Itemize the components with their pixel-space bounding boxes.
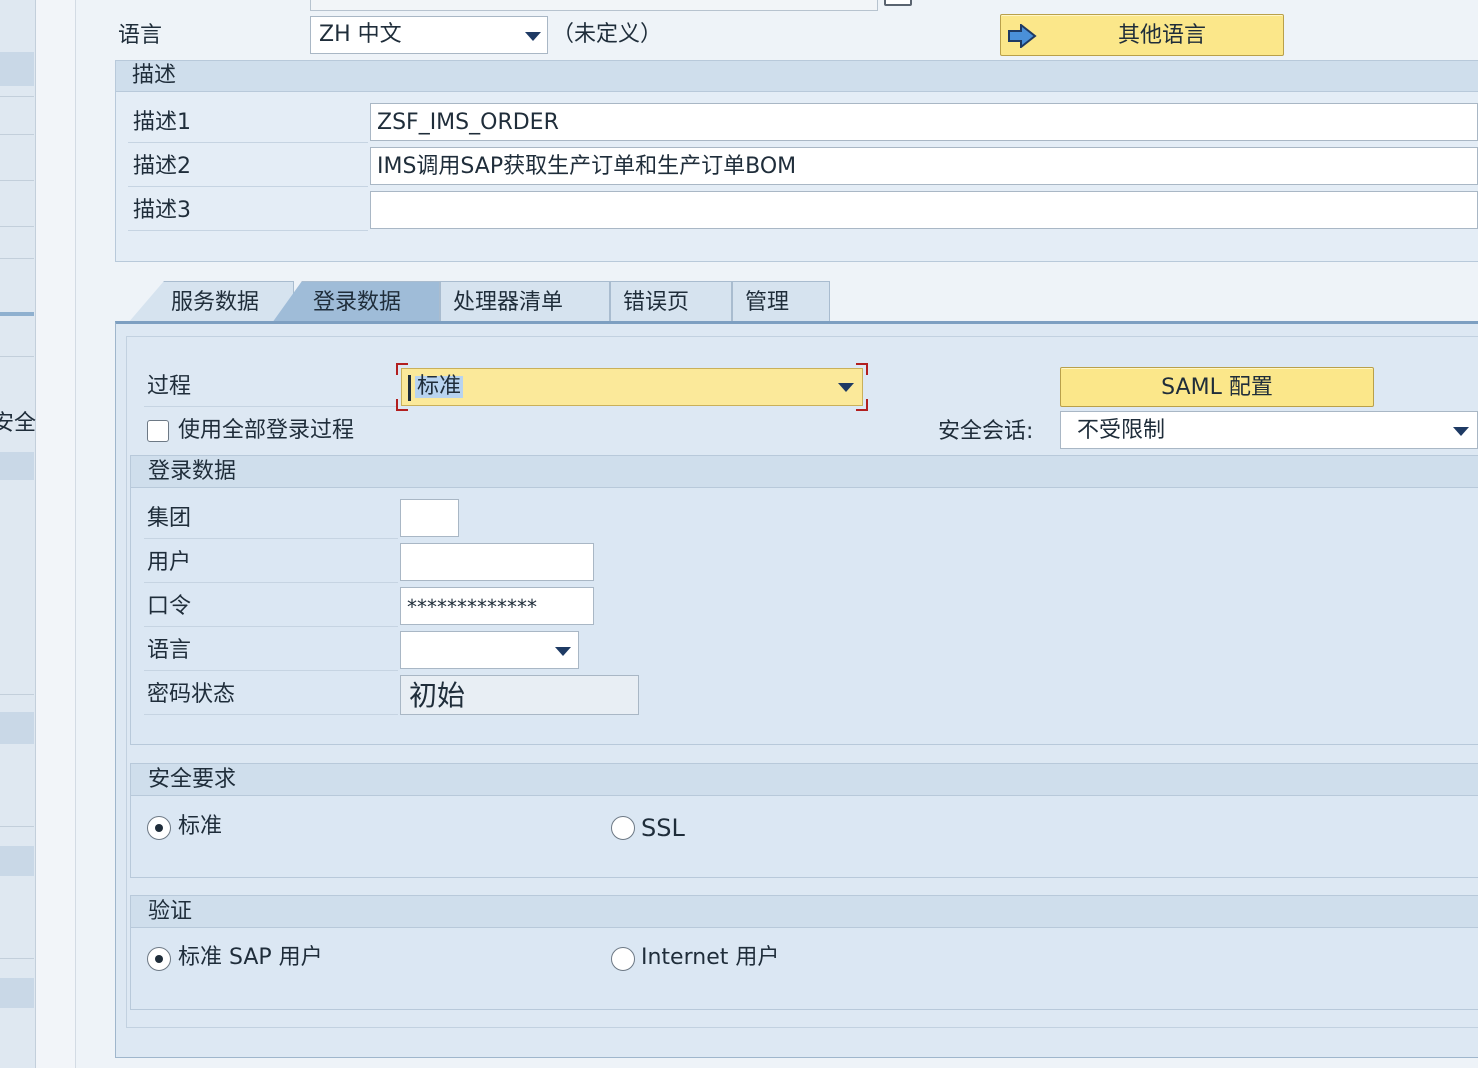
password-status-field: 初始 <box>400 675 639 715</box>
tab-handler-list[interactable]: 处理器清单 <box>440 281 610 323</box>
password-status-label: 密码状态 <box>147 682 236 707</box>
radio-selected-dot <box>155 824 163 832</box>
tab-service-data-label: 服务数据 <box>171 290 260 315</box>
tab-handler-list-label: 处理器清单 <box>453 290 564 315</box>
description3-input[interactable] <box>370 191 1478 229</box>
security-ssl-label: SSL <box>641 814 685 842</box>
security-standard-radio[interactable] <box>147 816 171 840</box>
tab-error-pages[interactable]: 错误页 <box>610 281 732 323</box>
secure-session-label: 安全会话: <box>938 419 1034 444</box>
secure-session-value: 不受限制 <box>1077 418 1166 443</box>
auth-standard-sap-radio[interactable] <box>147 947 171 971</box>
radio-selected-dot <box>155 955 163 963</box>
security-title: 安全要求 <box>148 767 237 792</box>
description3-label: 描述3 <box>133 198 191 223</box>
password-status-value: 初始 <box>409 679 466 712</box>
chevron-down-icon <box>555 647 571 656</box>
description1-label: 描述1 <box>133 110 191 135</box>
chevron-down-icon <box>525 32 541 41</box>
sidebar-band <box>0 52 34 86</box>
language-select-value: ZH 中文 <box>319 22 402 47</box>
security-standard-label: 标准 <box>178 814 223 839</box>
password-label: 口令 <box>147 594 192 619</box>
tab-error-pages-label: 错误页 <box>623 290 690 315</box>
authentication-title: 验证 <box>148 899 193 924</box>
language-select[interactable]: ZH 中文 <box>310 16 548 54</box>
description1-input[interactable]: ZSF_IMS_ORDER <box>370 103 1478 141</box>
other-language-button[interactable]: 其他语言 <box>1000 14 1284 56</box>
cut-off-field[interactable] <box>310 0 878 11</box>
description-title: 描述 <box>132 63 177 88</box>
description1-value: ZSF_IMS_ORDER <box>377 110 559 135</box>
language-note: （未定义） <box>552 22 663 47</box>
password-input[interactable]: ************* <box>400 587 594 625</box>
logon-language-select[interactable] <box>400 631 579 669</box>
sidebar-splitter[interactable] <box>36 0 76 1068</box>
logon-language-label: 语言 <box>147 638 192 663</box>
tab-logon-data-label: 登录数据 <box>313 290 402 315</box>
procedure-select[interactable]: 标准 <box>401 368 863 406</box>
saml-config-label: SAML 配置 <box>1161 375 1273 400</box>
authentication-header: 验证 <box>131 896 1478 928</box>
chevron-down-icon <box>1453 427 1469 436</box>
security-ssl-radio[interactable] <box>611 816 635 840</box>
text-cursor <box>408 375 411 401</box>
saml-config-button[interactable]: SAML 配置 <box>1060 367 1374 407</box>
auth-standard-sap-label: 标准 SAP 用户 <box>178 945 323 970</box>
tab-logon-data[interactable]: 登录数据 <box>272 281 440 323</box>
language-label: 语言 <box>118 23 163 48</box>
security-group: 安全要求 <box>130 763 1478 878</box>
cut-off-icon[interactable] <box>884 0 912 6</box>
other-language-label: 其他语言 <box>1117 23 1206 48</box>
tab-administration[interactable]: 管理 <box>732 281 830 323</box>
logon-data-group: 登录数据 <box>130 455 1478 745</box>
client-input[interactable] <box>400 499 459 537</box>
description2-label: 描述2 <box>133 154 191 179</box>
sidebar-fragment-text: 安全 <box>0 411 37 436</box>
password-value: ************* <box>407 595 537 619</box>
use-all-procedures-label: 使用全部登录过程 <box>178 418 355 443</box>
auth-internet-label: Internet 用户 <box>641 945 780 970</box>
procedure-value: 标准 <box>415 374 464 399</box>
authentication-group: 验证 <box>130 895 1478 1010</box>
description2-input[interactable]: IMS调用SAP获取生产订单和生产订单BOM <box>370 147 1478 185</box>
logon-data-header: 登录数据 <box>131 456 1478 488</box>
procedure-label: 过程 <box>147 374 192 399</box>
user-label: 用户 <box>147 550 192 575</box>
description2-value: IMS调用SAP获取生产订单和生产订单BOM <box>377 154 797 179</box>
user-input[interactable] <box>400 543 594 581</box>
description-panel-header: 描述 <box>116 61 1478 92</box>
tab-service-data[interactable]: 服务数据 <box>128 281 294 323</box>
auth-internet-radio[interactable] <box>611 947 635 971</box>
left-sidebar: 安全 <box>0 0 36 1068</box>
secure-session-select[interactable]: 不受限制 <box>1060 411 1478 449</box>
tab-administration-label: 管理 <box>745 290 790 315</box>
chevron-down-icon <box>838 383 854 392</box>
security-header: 安全要求 <box>131 764 1478 796</box>
logon-data-title: 登录数据 <box>148 459 237 484</box>
client-label: 集团 <box>147 506 192 531</box>
use-all-procedures-checkbox[interactable] <box>147 420 169 442</box>
